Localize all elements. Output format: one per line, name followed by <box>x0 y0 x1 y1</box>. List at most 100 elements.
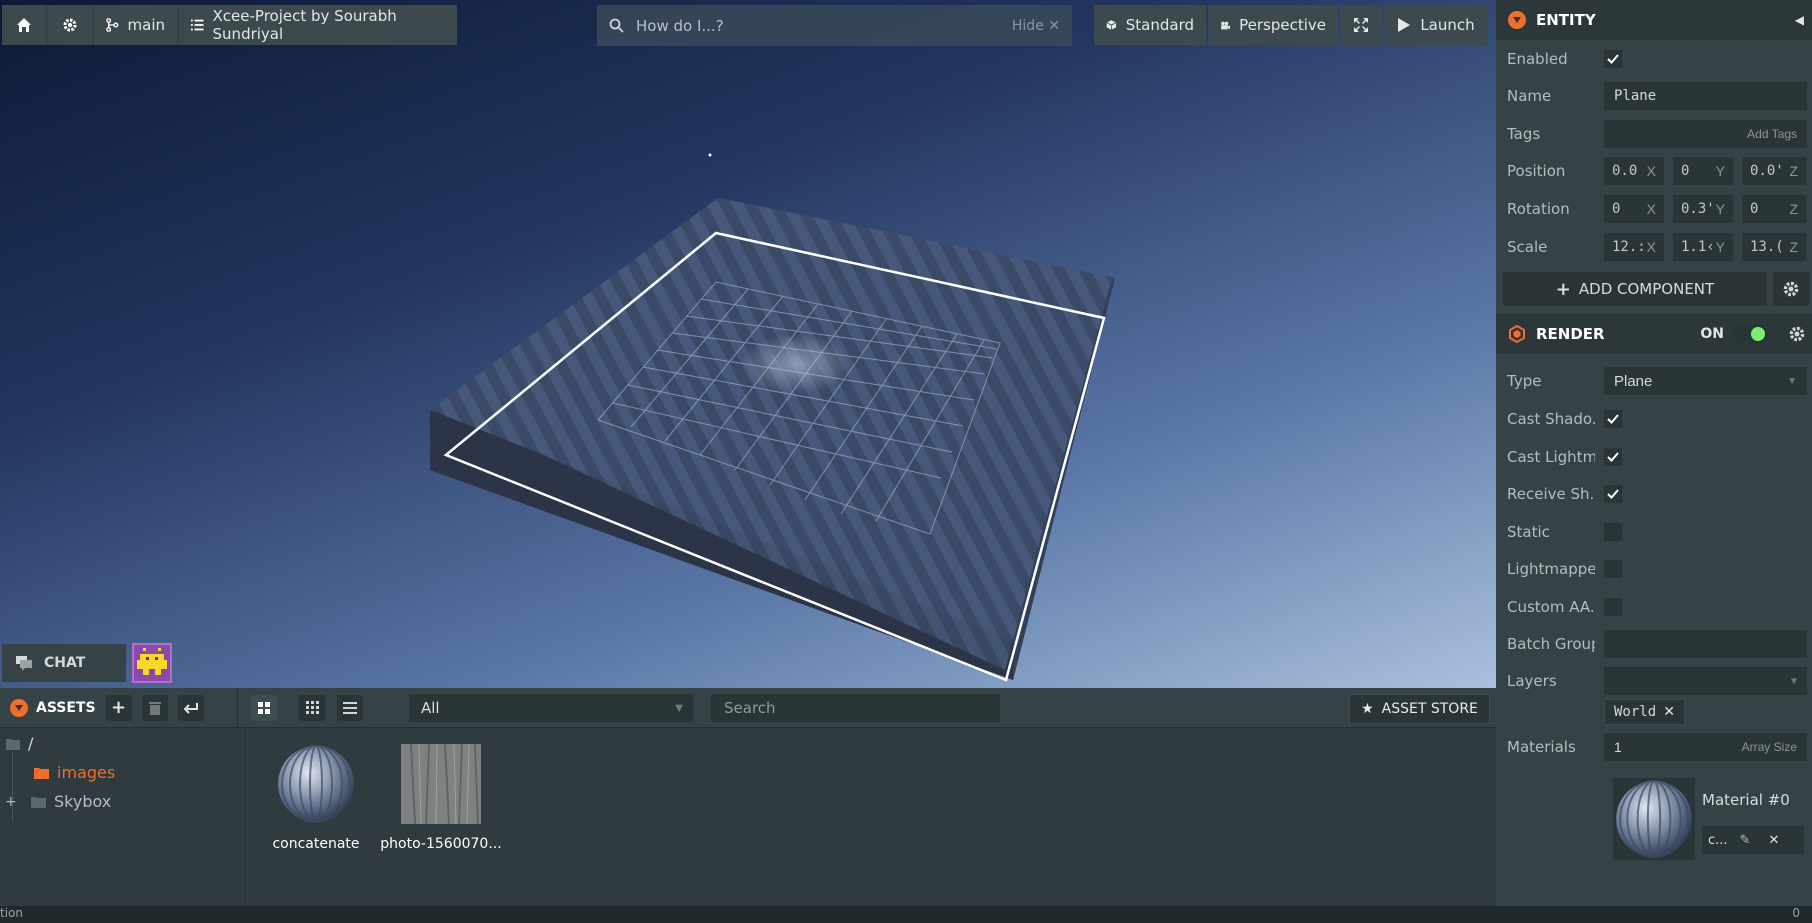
entity-header[interactable]: ENTITY ◀ <box>1496 0 1812 40</box>
position-label: Position <box>1507 162 1566 180</box>
rotation-row: Rotation 0X 0.3' Y 0Z <box>1496 192 1812 226</box>
layers-select[interactable]: ▼ <box>1604 667 1807 695</box>
cast-lightmap-checkbox[interactable] <box>1604 448 1622 466</box>
collapse-icon[interactable] <box>10 698 28 717</box>
material-preview-icon[interactable] <box>1613 778 1695 860</box>
asset-type-filter[interactable]: All ▼ <box>409 694 693 722</box>
static-checkbox[interactable] <box>1604 523 1622 541</box>
material-asset-field[interactable]: c... ✎ ✕ <box>1702 826 1804 854</box>
lightmapped-checkbox[interactable] <box>1604 560 1622 578</box>
divider <box>237 688 238 728</box>
grid-view-small-button[interactable] <box>299 694 325 721</box>
position-x-input[interactable]: 0.0 X <box>1604 157 1664 185</box>
avatar[interactable] <box>132 643 172 683</box>
type-value: Plane <box>1614 372 1653 390</box>
hide-button[interactable]: Hide ✕ <box>1012 18 1060 34</box>
home-button[interactable] <box>2 5 46 45</box>
position-x-value: 0.0 <box>1612 163 1638 179</box>
collapse-icon[interactable] <box>1508 11 1526 29</box>
custom-aa-checkbox[interactable] <box>1604 598 1622 616</box>
help-search-placeholder: How do I...? <box>636 16 724 35</box>
rotation-z-value: 0 <box>1750 201 1759 217</box>
position-z-input[interactable]: 0.0' Z <box>1742 157 1806 185</box>
add-component-button[interactable]: + ADD COMPONENT <box>1503 272 1767 306</box>
assets-header: ASSETS + All ▼ Search ★ ASSET STORE <box>0 688 1496 728</box>
project-button[interactable]: Xcee-Project by Sourabh Sundriyal <box>179 5 457 45</box>
edit-pencil-icon[interactable]: ✎ <box>1740 833 1751 848</box>
scale-z-input[interactable]: 13.(Z <box>1742 233 1806 261</box>
entity-settings-button[interactable] <box>1773 272 1809 306</box>
tree-item-skybox[interactable]: + Skybox <box>5 792 111 811</box>
asset-name: photo-1560070... <box>380 836 502 852</box>
axis-z-label: Z <box>1789 239 1798 255</box>
position-y-input[interactable]: 0Y <box>1673 157 1733 185</box>
assets-title[interactable]: ASSETS <box>0 698 96 717</box>
texture-icon <box>401 743 481 825</box>
receive-shadows-row: Receive Sh... <box>1496 477 1812 511</box>
type-row: Type Plane ▼ <box>1496 364 1812 398</box>
check-icon <box>1607 489 1619 499</box>
remove-tag-icon[interactable]: ✕ <box>1663 704 1675 720</box>
3d-viewport[interactable]: main Xcee-Project by Sourabh Sundriyal H… <box>0 0 1496 688</box>
receive-shadows-label: Receive Sh... <box>1507 485 1595 503</box>
fullscreen-button[interactable] <box>1340 5 1382 45</box>
asset-store-button[interactable]: ★ ASSET STORE <box>1349 694 1490 724</box>
settings-button[interactable] <box>48 5 92 45</box>
render-enable-toggle[interactable] <box>1732 324 1768 344</box>
chat-button[interactable]: CHAT <box>2 644 126 682</box>
tree-item-images[interactable]: images <box>34 763 115 782</box>
list-view-button[interactable] <box>337 694 363 721</box>
render-header[interactable]: RENDER ON <box>1496 314 1812 354</box>
asset-type-filter-value: All <box>421 699 440 717</box>
batch-group-select[interactable] <box>1604 630 1807 658</box>
rotation-y-input[interactable]: 0.3' Y <box>1673 195 1733 223</box>
receive-shadows-checkbox[interactable] <box>1604 485 1622 503</box>
material-name: Material #0 <box>1702 791 1790 809</box>
tree-root[interactable]: / <box>6 734 33 753</box>
enabled-checkbox[interactable] <box>1604 50 1622 68</box>
axis-y-label: Y <box>1715 201 1725 217</box>
project-name: Xcee-Project by Sourabh Sundriyal <box>212 7 397 43</box>
add-asset-button[interactable]: + <box>105 694 132 721</box>
plus-icon: + <box>1555 278 1571 300</box>
rotation-z-input[interactable]: 0Z <box>1742 195 1806 223</box>
delete-asset-button[interactable] <box>141 694 168 721</box>
standard-label: Standard <box>1125 16 1194 34</box>
tags-input[interactable]: Add Tags <box>1604 120 1807 148</box>
rotation-x-input[interactable]: 0X <box>1604 195 1664 223</box>
axis-z-label: Z <box>1789 201 1798 217</box>
scale-y-input[interactable]: 1.1‹ Y <box>1673 233 1733 261</box>
move-asset-button[interactable] <box>177 694 204 721</box>
type-select[interactable]: Plane ▼ <box>1604 367 1807 395</box>
launch-button[interactable]: Launch <box>1384 5 1488 45</box>
check-icon <box>1607 452 1619 462</box>
collapse-panel-icon[interactable]: ◀ <box>1795 13 1804 27</box>
asset-folder-tree: / images + Skybox <box>0 728 246 906</box>
standard-camera-button[interactable]: Standard <box>1094 5 1206 45</box>
list-icon <box>191 19 204 31</box>
material-slot: Material #0 c... ✎ ✕ <box>1613 778 1809 860</box>
scale-x-input[interactable]: 12.: X <box>1604 233 1664 261</box>
tags-placeholder: Add Tags <box>1747 127 1797 141</box>
materials-count-input[interactable]: 1 Array Size <box>1604 733 1807 761</box>
grid-view-large-button[interactable] <box>251 694 277 721</box>
clear-icon[interactable]: ✕ <box>1768 833 1779 848</box>
tree-item-skybox-label: Skybox <box>54 792 112 811</box>
asset-search-input[interactable]: Search <box>711 694 1000 722</box>
asset-store-label: ASSET STORE <box>1381 701 1478 717</box>
gear-icon <box>63 18 77 32</box>
scale-label: Scale <box>1507 238 1548 256</box>
scale-x-value: 12.: <box>1612 239 1646 255</box>
perspective-button[interactable]: Perspective <box>1208 5 1338 45</box>
asset-item[interactable]: concatenate <box>253 744 379 852</box>
status-count: 0 <box>1792 906 1800 920</box>
help-search[interactable]: How do I...? Hide ✕ <box>597 5 1072 46</box>
axis-x-label: X <box>1646 201 1656 217</box>
expand-plus-icon[interactable]: + <box>5 794 17 810</box>
render-component-icon <box>1509 325 1525 343</box>
cast-shadows-checkbox[interactable] <box>1604 410 1622 428</box>
gear-icon[interactable] <box>1788 325 1806 343</box>
name-input[interactable]: Plane <box>1604 82 1807 110</box>
asset-item[interactable]: photo-1560070... <box>378 743 504 852</box>
branch-button[interactable]: main <box>94 5 177 45</box>
